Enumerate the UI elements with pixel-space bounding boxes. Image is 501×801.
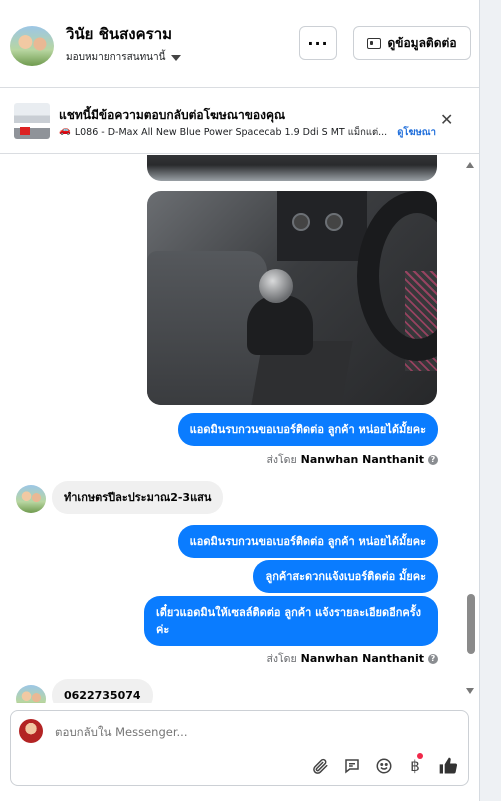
more-options-button[interactable]: ··· [299,26,337,60]
avatar [19,719,43,743]
chevron-down-icon [171,55,182,61]
message-image-partial[interactable] [147,155,437,181]
assign-label: มอบหมายการสนทนานี้ [66,52,166,63]
image-knob [292,213,310,231]
message-bubble-outgoing[interactable]: แอดมินรบกวนขอเบอร์ติดต่อ ลูกค้า หน่อยได้… [177,413,438,446]
sent-by-prefix: ส่งโดย [266,653,297,665]
help-icon[interactable]: ? [428,454,438,465]
message-bubble-incoming[interactable]: 0622735074 [52,679,153,703]
contact-card-icon [367,37,382,49]
sent-by-name: Nanwhan Nanthanit [300,652,424,665]
message-bubble-outgoing[interactable]: แอดมินรบกวนขอเบอร์ติดต่อ ลูกค้า หน่อยได้… [177,525,438,558]
sent-by-label: ส่งโดย Nanwhan Nanthanit ? [266,650,438,667]
message-image-car-interior[interactable] [147,191,437,405]
assign-dropdown[interactable]: มอบหมายการสนทนานี้ [66,50,182,65]
ad-banner-title: แชทนี้มีข้อความตอบกลับต่อโฆษณาของคุณ [59,108,286,122]
image-knob [325,213,343,231]
message-bubble-outgoing[interactable]: เดี๋ยวแอดมินให้เซลล์ติดต่อ ลูกค้า แจ้งรา… [144,596,438,646]
view-contact-button[interactable]: ดูข้อมูลติดต่อ [353,26,471,60]
notification-dot [417,753,423,759]
baht-icon[interactable]: ฿ [404,753,426,777]
side-strip [480,0,501,801]
image-gear-boot [247,295,313,355]
sent-by-label: ส่งโดย Nanwhan Nanthanit ? [266,451,438,468]
reply-input[interactable] [55,721,445,743]
view-contact-label: ดูข้อมูลติดต่อ [387,35,457,50]
sent-by-prefix: ส่งโดย [266,454,297,466]
image-shifter [259,269,293,303]
avatar[interactable] [16,485,46,513]
avatar[interactable] [16,685,46,703]
ad-description-text: L086 - D-Max All New Blue Power Spacecab… [74,127,388,138]
paperclip-icon[interactable] [309,755,331,777]
image-steering-wheel [357,191,437,361]
thumbs-up-icon[interactable] [437,755,459,777]
image-dashboard [277,191,367,261]
ad-thumbnail [14,103,50,139]
contact-name[interactable]: วินัย ชินสงคราม [66,22,172,46]
view-ad-link[interactable]: ดูโฆษณา [397,125,436,140]
speech-bubble-icon[interactable] [341,755,363,777]
avatar[interactable] [10,26,54,66]
message-bubble-outgoing[interactable]: ลูกค้าสะดวกแจ้งเบอร์ติดต่อ มั้ยคะ [253,560,438,593]
ad-banner-description: 🚗 L086 - D-Max All New Blue Power Spacec… [59,125,436,140]
sent-by-name: Nanwhan Nanthanit [300,453,424,466]
ad-reply-banner: แชทนี้มีข้อความตอบกลับต่อโฆษณาของคุณ 🚗 L… [0,89,479,154]
car-icon: 🚗 [59,125,71,136]
scrollbar-thumb[interactable] [467,594,475,654]
message-bubble-incoming[interactable]: ทำเกษตรปีละประมาณ2-3แสน [52,481,224,514]
scroll-up-arrow[interactable] [466,162,474,168]
chat-header: วินัย ชินสงคราม มอบหมายการสนทนานี้ ··· ด… [0,0,479,88]
chat-panel: วินัย ชินสงคราม มอบหมายการสนทนานี้ ··· ด… [0,0,480,801]
scroll-down-arrow[interactable] [466,688,474,694]
help-icon[interactable]: ? [428,653,438,664]
message-list[interactable]: แอดมินรบกวนขอเบอร์ติดต่อ ลูกค้า หน่อยได้… [0,155,479,703]
close-icon[interactable]: ✕ [440,110,453,129]
reply-composer: ฿ [10,710,469,786]
emoji-icon[interactable] [373,755,395,777]
